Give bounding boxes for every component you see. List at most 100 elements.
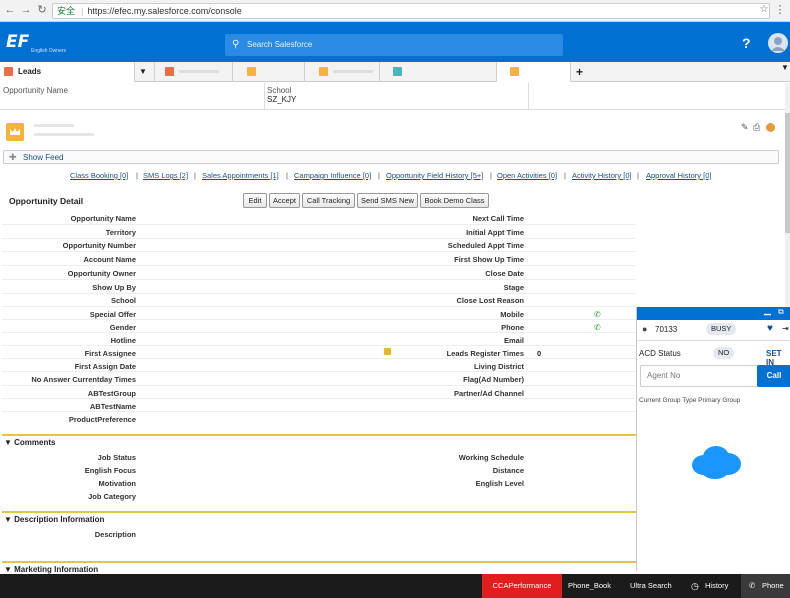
description-section-title[interactable]: ▼ Description Information: [4, 515, 104, 524]
scrollbar[interactable]: [785, 83, 790, 307]
marketing-section-title[interactable]: ▼ Marketing Information: [4, 565, 98, 574]
field-label: Working Schedule: [458, 453, 524, 462]
field-label: Initial Appt Time: [466, 228, 524, 237]
back-icon[interactable]: ←: [4, 4, 16, 16]
mobile-phone-icon[interactable]: ✆: [594, 310, 601, 319]
field-label: Email: [503, 336, 524, 345]
acd-status-badge[interactable]: NO: [713, 347, 735, 359]
reload-icon[interactable]: ↻: [36, 4, 48, 16]
link-class-booking[interactable]: Class Booking [0]: [70, 171, 128, 180]
avatar[interactable]: [768, 33, 788, 53]
menu-icon[interactable]: ⋮: [774, 4, 786, 16]
phone-book-button[interactable]: Phone_Book: [568, 574, 611, 598]
softphone-titlebar: ▁ ⧉: [637, 305, 790, 320]
logo-subtitle: English Owners: [31, 48, 67, 54]
edit-layout-icon[interactable]: ✎: [741, 122, 749, 133]
field-label: First Assignee: [84, 349, 136, 358]
tab-record-5-active[interactable]: [497, 62, 571, 82]
tab-record-4[interactable]: [380, 62, 497, 82]
link-sales-appointments[interactable]: Sales Appointments [1]: [202, 171, 279, 180]
opportunity-icon: [510, 67, 519, 76]
tab-dropdown[interactable]: ▼: [135, 62, 155, 82]
school-value: SZ_KJY: [267, 95, 297, 104]
ccaperformance-button[interactable]: CCAPerformance: [482, 574, 562, 598]
search-input[interactable]: ⚲ Search Salesforce: [225, 34, 563, 56]
opportunity-icon: [247, 67, 256, 76]
history-clock-icon: ◷: [691, 581, 699, 591]
tab-leads-label: Leads: [18, 67, 42, 76]
tab-record-3[interactable]: [305, 62, 380, 82]
field-label: Opportunity Owner: [67, 269, 136, 278]
browser-toolbar: ← → ↻ 安全 | https://efec.my.salesforce.com/…: [0, 0, 790, 22]
link-sms-logs[interactable]: SMS Logs [2]: [143, 171, 188, 180]
comments-section-title[interactable]: ▼ Comments: [4, 438, 55, 447]
record-header: ✎ ⎙: [0, 111, 790, 151]
section-divider: [2, 434, 636, 436]
section-divider: [2, 511, 636, 513]
ultra-search-button[interactable]: Ultra Search: [630, 574, 672, 598]
field-label: Stage: [503, 283, 524, 292]
field-label: Close Date: [485, 269, 524, 278]
chevron-down-icon: ▼: [139, 67, 147, 76]
field-label: Job Status: [97, 453, 136, 462]
search-placeholder: Search Salesforce: [247, 40, 313, 49]
add-tab-icon[interactable]: +: [576, 65, 583, 79]
status-badge[interactable]: BUSY: [706, 323, 737, 335]
edit-button[interactable]: Edit: [243, 193, 267, 208]
extension-number: 70133: [655, 325, 678, 334]
search-icon: ⚲: [232, 39, 240, 50]
link-opportunity-field-history[interactable]: Opportunity Field History [5+]: [386, 171, 483, 180]
phone-handset-icon: ✆: [749, 581, 756, 590]
tab-record-2[interactable]: [233, 62, 305, 82]
print-icon[interactable]: ⎙: [753, 122, 760, 133]
link-open-activities[interactable]: Open Activities [0]: [497, 171, 557, 180]
book-demo-class-button[interactable]: Book Demo Class: [420, 193, 489, 208]
address-bar[interactable]: 安全 | https://efec.my.salesforce.com/consol…: [52, 3, 770, 19]
bookmark-star-icon[interactable]: ☆: [758, 4, 770, 16]
accept-button[interactable]: Accept: [269, 193, 300, 208]
field-label: First Show Up Time: [454, 255, 524, 264]
field-label: Opportunity Name: [70, 214, 136, 223]
detail-title: Opportunity Detail: [9, 196, 84, 206]
link-approval-history[interactable]: Approval History [0]: [646, 171, 711, 180]
agent-number-input[interactable]: Agent No: [640, 365, 758, 387]
minimize-icon[interactable]: ▁: [764, 305, 771, 316]
help-icon[interactable]: ?: [742, 35, 751, 51]
field-label: ABTestName: [89, 402, 136, 411]
field-label: Distance: [492, 466, 524, 475]
field-label: English Focus: [84, 466, 136, 475]
field-label: ProductPreference: [68, 415, 136, 424]
help-circle-icon[interactable]: [766, 123, 775, 132]
send-sms-button[interactable]: Send SMS New: [357, 193, 418, 208]
opportunity-icon: [319, 67, 328, 76]
show-feed-bar[interactable]: ✚ Show Feed: [3, 150, 779, 164]
tab-record-1[interactable]: [155, 62, 233, 82]
tab-leads[interactable]: Leads: [0, 62, 135, 82]
phone-footer-tab[interactable]: ✆ Phone: [741, 574, 790, 598]
link-activity-history[interactable]: Activity History [0]: [572, 171, 632, 180]
tabs-overflow-icon[interactable]: ▼: [781, 63, 789, 72]
history-button[interactable]: History: [705, 574, 728, 598]
field-label: Opportunity Number: [62, 241, 136, 250]
lock-icon: [384, 348, 391, 355]
phone-icon[interactable]: ✆: [594, 323, 601, 332]
url-text: https://efec.my.salesforce.com/console: [87, 6, 242, 16]
call-button[interactable]: Call: [757, 365, 790, 387]
field-label: Close Lost Reason: [456, 296, 524, 305]
highlights-row: Opportunity Name School SZ_KJY: [0, 83, 790, 110]
show-feed-link[interactable]: Show Feed: [23, 153, 63, 162]
field-label: Living District: [473, 362, 524, 371]
section-divider: [2, 561, 636, 563]
logout-icon[interactable]: ⇥: [782, 324, 789, 333]
heart-icon[interactable]: ♥: [767, 323, 773, 334]
leads-register-times-value: 0: [537, 349, 542, 358]
call-tracking-button[interactable]: Call Tracking: [302, 193, 355, 208]
field-label: Description: [94, 530, 136, 539]
popout-icon[interactable]: ⧉: [778, 307, 784, 317]
field-label: First Assign Date: [74, 362, 136, 371]
lead-record-icon: [165, 67, 174, 76]
link-campaign-influence[interactable]: Campaign Influence [0]: [294, 171, 371, 180]
console-tab-bar: Leads ▼ + ▼: [0, 62, 790, 82]
forward-icon[interactable]: →: [20, 4, 32, 16]
field-label: Next Call Time: [472, 214, 524, 223]
